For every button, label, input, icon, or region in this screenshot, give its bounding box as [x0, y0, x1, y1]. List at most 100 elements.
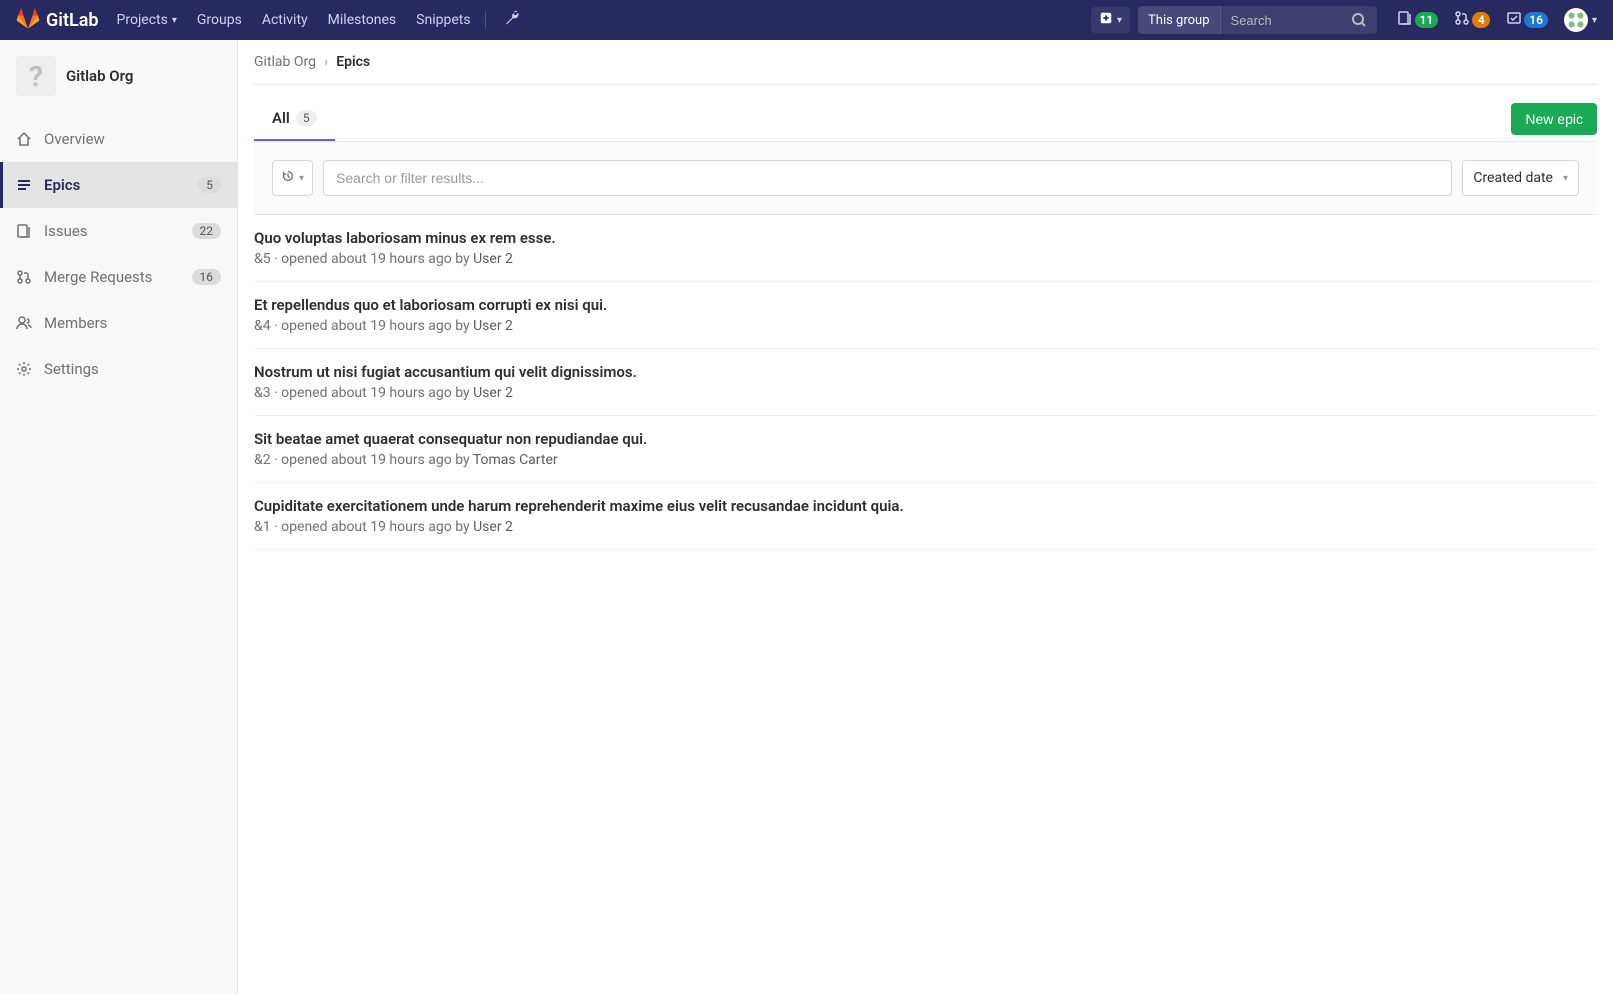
epic-ref: &5: [254, 251, 271, 267]
nav-milestones-label: Milestones: [328, 12, 397, 28]
epic-item: Nostrum ut nisi fugiat accusantium qui v…: [254, 349, 1597, 416]
sidebar-item-label: Overview: [44, 130, 221, 148]
nav-projects-label: Projects: [117, 12, 168, 28]
nav-snippets-label: Snippets: [416, 12, 470, 28]
gitlab-logo-icon: [16, 6, 46, 34]
filter-bar: ▾ Created date ▾: [254, 141, 1597, 215]
nav-separator: [485, 11, 486, 29]
nav-merge-requests-link[interactable]: 4: [1454, 10, 1490, 30]
chevron-right-icon: ›: [324, 54, 328, 70]
epic-item: Quo voluptas laboriosam minus ex rem ess…: [254, 215, 1597, 282]
epic-list: Quo voluptas laboriosam minus ex rem ess…: [254, 215, 1597, 550]
issues-icon: [1397, 10, 1413, 30]
nav-user-menu[interactable]: ▾: [1564, 8, 1597, 32]
sidebar-item-label: Merge Requests: [44, 268, 192, 286]
epic-author[interactable]: User 2: [473, 519, 513, 535]
merge-request-icon: [1454, 10, 1470, 30]
filter-history-button[interactable]: ▾: [272, 160, 313, 196]
gitlab-logo-text: GitLab: [46, 10, 99, 31]
sidebar-badge: 16: [192, 269, 222, 285]
search-icon[interactable]: [1341, 12, 1377, 28]
nav-search-input[interactable]: [1221, 13, 1341, 28]
nav-todos-link[interactable]: 16: [1506, 10, 1548, 30]
sidebar-item-settings[interactable]: Settings: [0, 346, 237, 392]
epic-opened-text: · opened about 19 hours ago by: [271, 385, 474, 401]
tab-all-label: All: [272, 109, 290, 127]
nav-search: This group: [1138, 6, 1376, 34]
epic-opened-text: · opened about 19 hours ago by: [271, 452, 473, 468]
epic-title[interactable]: Cupiditate exercitationem unde harum rep…: [254, 497, 1597, 515]
gear-icon: [16, 361, 32, 377]
main-content: Gitlab Org › Epics All 5 New epic ▾ Crea…: [238, 40, 1613, 994]
epic-opened-text: · opened about 19 hours ago by: [271, 519, 474, 535]
sidebar-item-epics[interactable]: Epics 5: [0, 162, 237, 208]
chevron-down-icon: ▾: [172, 15, 177, 26]
epic-title[interactable]: Et repellendus quo et laboriosam corrupt…: [254, 296, 1597, 314]
nav-merge-requests-badge: 4: [1472, 12, 1490, 28]
nav-snippets[interactable]: Snippets: [406, 0, 480, 40]
sidebar-item-issues[interactable]: Issues 22: [0, 208, 237, 254]
sidebar-item-label: Issues: [44, 222, 192, 240]
user-avatar: [1564, 8, 1588, 32]
new-epic-button[interactable]: New epic: [1511, 103, 1597, 135]
epic-meta: &1 · opened about 19 hours ago by User 2: [254, 519, 1597, 535]
gitlab-logo-link[interactable]: GitLab: [16, 6, 99, 34]
sidebar-item-members[interactable]: Members: [0, 300, 237, 346]
sidebar-item-overview[interactable]: Overview: [0, 116, 237, 162]
nav-activity[interactable]: Activity: [252, 0, 318, 40]
history-icon: [281, 169, 295, 187]
members-icon: [16, 315, 32, 331]
epic-opened-text: · opened about 19 hours ago by: [271, 251, 474, 267]
nav-search-scope[interactable]: This group: [1138, 6, 1220, 34]
epic-author[interactable]: User 2: [473, 385, 513, 401]
sort-dropdown[interactable]: Created date ▾: [1462, 160, 1579, 196]
home-icon: [16, 131, 32, 147]
epic-author[interactable]: User 2: [473, 318, 513, 334]
sidebar-item-label: Settings: [44, 360, 221, 378]
filter-search-input[interactable]: [323, 160, 1452, 196]
chevron-down-icon: ▾: [1117, 15, 1122, 26]
epic-item: Et repellendus quo et laboriosam corrupt…: [254, 282, 1597, 349]
chevron-down-icon: ▾: [299, 173, 304, 184]
sidebar-context-name: Gitlab Org: [66, 67, 133, 85]
epic-meta: &5 · opened about 19 hours ago by User 2: [254, 251, 1597, 267]
epic-title[interactable]: Sit beatae amet quaerat consequatur non …: [254, 430, 1597, 448]
sidebar-item-merge-requests[interactable]: Merge Requests 16: [0, 254, 237, 300]
todos-icon: [1506, 10, 1522, 30]
sidebar-context[interactable]: ? Gitlab Org: [0, 46, 237, 106]
chevron-down-icon: ▾: [1592, 15, 1597, 26]
nav-todos-badge: 16: [1524, 12, 1548, 28]
nav-projects[interactable]: Projects ▾: [107, 0, 187, 40]
nav-activity-label: Activity: [262, 12, 308, 28]
nav-groups[interactable]: Groups: [187, 0, 252, 40]
epic-opened-text: · opened about 19 hours ago by: [271, 318, 474, 334]
group-avatar-placeholder: ?: [16, 56, 56, 96]
nav-milestones[interactable]: Milestones: [318, 0, 407, 40]
epic-ref: &4: [254, 318, 271, 334]
breadcrumb-group[interactable]: Gitlab Org: [254, 54, 316, 70]
nav-issues-link[interactable]: 11: [1397, 10, 1439, 30]
epic-author[interactable]: Tomas Carter: [473, 452, 558, 468]
tabs-row: All 5 New epic: [254, 85, 1597, 141]
epic-icon: [16, 177, 32, 193]
sidebar: ? Gitlab Org Overview Epics 5 Issues 22: [0, 40, 238, 994]
epic-item: Cupiditate exercitationem unde harum rep…: [254, 483, 1597, 550]
nav-new-dropdown[interactable]: ▾: [1091, 7, 1130, 33]
tab-all-count: 5: [296, 110, 317, 126]
sidebar-item-label: Epics: [44, 176, 198, 194]
sidebar-badge: 5: [198, 177, 221, 193]
epic-meta: &4 · opened about 19 hours ago by User 2: [254, 318, 1597, 334]
epic-author[interactable]: User 2: [473, 251, 513, 267]
sort-dropdown-label: Created date: [1473, 170, 1553, 186]
epic-ref: &3: [254, 385, 271, 401]
epic-title[interactable]: Quo voluptas laboriosam minus ex rem ess…: [254, 229, 1597, 247]
epic-meta: &2 · opened about 19 hours ago by Tomas …: [254, 452, 1597, 468]
tab-all[interactable]: All 5: [254, 97, 335, 141]
nav-admin-wrench[interactable]: [494, 0, 530, 40]
epic-ref: &2: [254, 452, 271, 468]
epic-title[interactable]: Nostrum ut nisi fugiat accusantium qui v…: [254, 363, 1597, 381]
nav-groups-label: Groups: [197, 12, 242, 28]
sidebar-badge: 22: [192, 223, 222, 239]
top-navbar: GitLab Projects ▾ Groups Activity Milest…: [0, 0, 1613, 40]
issues-icon: [16, 223, 32, 239]
